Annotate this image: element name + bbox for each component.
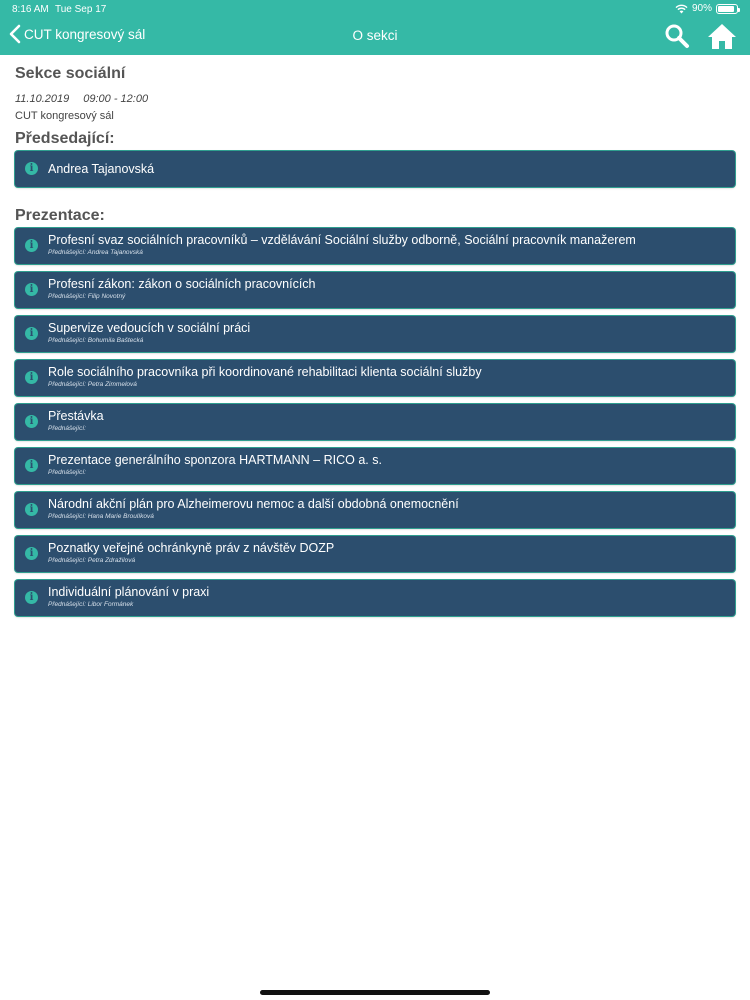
presentation-title: Supervize vedoucích v sociální práci [48, 321, 251, 335]
info-icon: i [25, 371, 38, 384]
presentation-title: Individuální plánování v praxi [48, 585, 210, 599]
home-indicator[interactable] [260, 990, 490, 995]
chair-card[interactable]: i Andrea Tajanovská [15, 151, 735, 187]
info-icon: i [25, 547, 38, 560]
info-icon: i [25, 239, 38, 252]
presentation-speaker: Přednášející: Libor Formánek [48, 601, 134, 608]
presentation-speaker: Přednášející: Filip Novotný [48, 293, 126, 300]
info-icon: i [25, 283, 38, 296]
presentation-title: Profesní zákon: zákon o sociálních praco… [48, 277, 316, 291]
presentation-card[interactable]: i Prezentace generálního sponzora HARTMA… [15, 448, 735, 484]
info-icon: i [25, 327, 38, 340]
presentation-title: Profesní svaz sociálních pracovníků – vz… [48, 233, 636, 247]
search-icon[interactable] [664, 23, 690, 49]
presentation-title: Prezentace generálního sponzora HARTMANN… [48, 453, 382, 467]
chair-name: Andrea Tajanovská [48, 162, 155, 176]
presentations-heading: Prezentace: [15, 207, 105, 224]
info-icon: i [25, 591, 38, 604]
nav-bar: CUT kongresový sál O sekci [0, 18, 750, 55]
presentation-speaker: Přednášející: Andrea Tajanovská [48, 249, 143, 256]
battery-percent: 90% [691, 3, 712, 14]
info-icon: i [25, 162, 38, 175]
info-icon: i [25, 415, 38, 428]
wifi-icon [675, 4, 688, 13]
page-title: O sekci [352, 28, 398, 43]
section-title: Sekce sociální [15, 65, 126, 82]
top-bar: 8:16 AM Tue Sep 17 90% CUT kongresový sá… [0, 0, 750, 55]
presentation-speaker: Přednášející: Petra Zdražilová [48, 557, 136, 564]
presentations-list: i Profesní svaz sociálních pracovníků – … [15, 228, 735, 616]
section-room: CUT kongresový sál [15, 110, 114, 122]
battery-icon [716, 3, 740, 14]
status-date: Tue Sep 17 [55, 4, 107, 15]
section-time: 09:00 - 12:00 [83, 93, 149, 105]
section-datetime: 11.10.2019 09:00 - 12:00 [15, 93, 735, 105]
presentation-speaker: Přednášející: [48, 425, 86, 432]
presentation-title: Národní akční plán pro Alzheimerovu nemo… [48, 497, 459, 511]
info-icon: i [25, 503, 38, 516]
presentation-speaker: Přednášející: [48, 469, 86, 476]
presentation-card[interactable]: i Přestávka Přednášející: [15, 404, 735, 440]
presentation-speaker: Přednášející: Bohumila Baštecká [48, 337, 144, 344]
presentation-card[interactable]: i Individuální plánování v praxi Přednáš… [15, 580, 735, 616]
status-bar: 8:16 AM Tue Sep 17 90% [0, 0, 750, 18]
presentation-speaker: Přednášející: Petra Zimmelová [48, 381, 137, 388]
presentation-card[interactable]: i Role sociálního pracovníka při koordin… [15, 360, 735, 396]
main-content: Sekce sociální 11.10.2019 09:00 - 12:00 C… [15, 62, 735, 624]
presentation-title: Poznatky veřejné ochránkyně práv z návšt… [48, 541, 335, 555]
status-right: 90% [675, 3, 740, 14]
chairs-heading: Předsedající: [15, 130, 115, 147]
presentation-card[interactable]: i Profesní zákon: zákon o sociálních pra… [15, 272, 735, 308]
presentation-card[interactable]: i Národní akční plán pro Alzheimerovu ne… [15, 492, 735, 528]
presentation-title: Role sociálního pracovníka při koordinov… [48, 365, 482, 379]
presentation-title: Přestávka [48, 409, 104, 423]
presentation-card[interactable]: i Poznatky veřejné ochránkyně práv z náv… [15, 536, 735, 572]
presentation-card[interactable]: i Profesní svaz sociálních pracovníků – … [15, 228, 735, 264]
info-icon: i [25, 459, 38, 472]
presentation-speaker: Přednášející: Hana Marie Broulíková [48, 513, 154, 520]
section-date: 11.10.2019 [15, 93, 70, 105]
home-icon[interactable] [707, 22, 737, 50]
presentation-card[interactable]: i Supervize vedoucích v sociální práci P… [15, 316, 735, 352]
status-time: 8:16 AM [12, 4, 49, 15]
